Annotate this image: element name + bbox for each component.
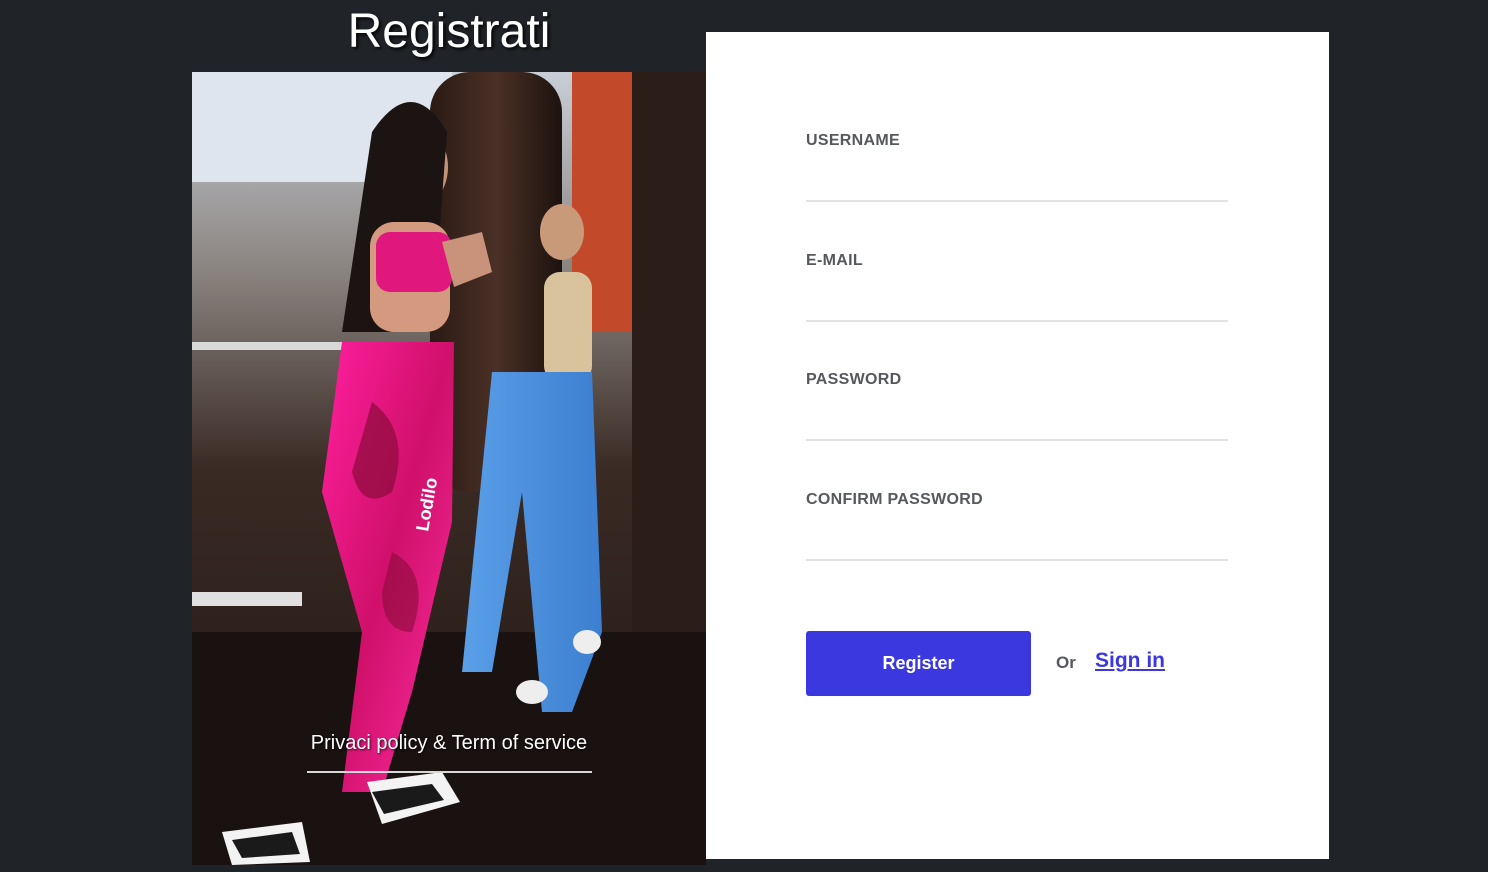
email-field: E-MAIL — [806, 252, 1228, 322]
page-title: Registrati — [347, 5, 551, 58]
username-input[interactable] — [806, 170, 1228, 202]
registration-form: USERNAME E-MAIL PASSWORD CONFIRM PASSWOR… — [706, 32, 1329, 859]
register-button[interactable]: Register — [806, 631, 1031, 696]
privacy-policy-link[interactable]: Privaci policy & Term of service — [306, 730, 592, 756]
password-field: PASSWORD — [806, 371, 1228, 441]
confirm-password-input[interactable] — [806, 529, 1228, 561]
password-input[interactable] — [806, 409, 1228, 441]
email-label: E-MAIL — [806, 252, 863, 269]
username-field: USERNAME — [806, 132, 1228, 202]
policy-underline-divider — [307, 771, 592, 773]
confirm-password-field: CONFIRM PASSWORD — [806, 491, 1228, 561]
or-separator: Or — [1056, 653, 1076, 672]
username-label: USERNAME — [806, 132, 900, 149]
registration-page: Registrati Lodilo Privaci policy & Term … — [0, 0, 1488, 872]
confirm-password-label: CONFIRM PASSWORD — [806, 491, 983, 508]
email-input[interactable] — [806, 290, 1228, 322]
password-label: PASSWORD — [806, 371, 902, 388]
sign-in-link[interactable]: Sign in — [1095, 649, 1165, 673]
